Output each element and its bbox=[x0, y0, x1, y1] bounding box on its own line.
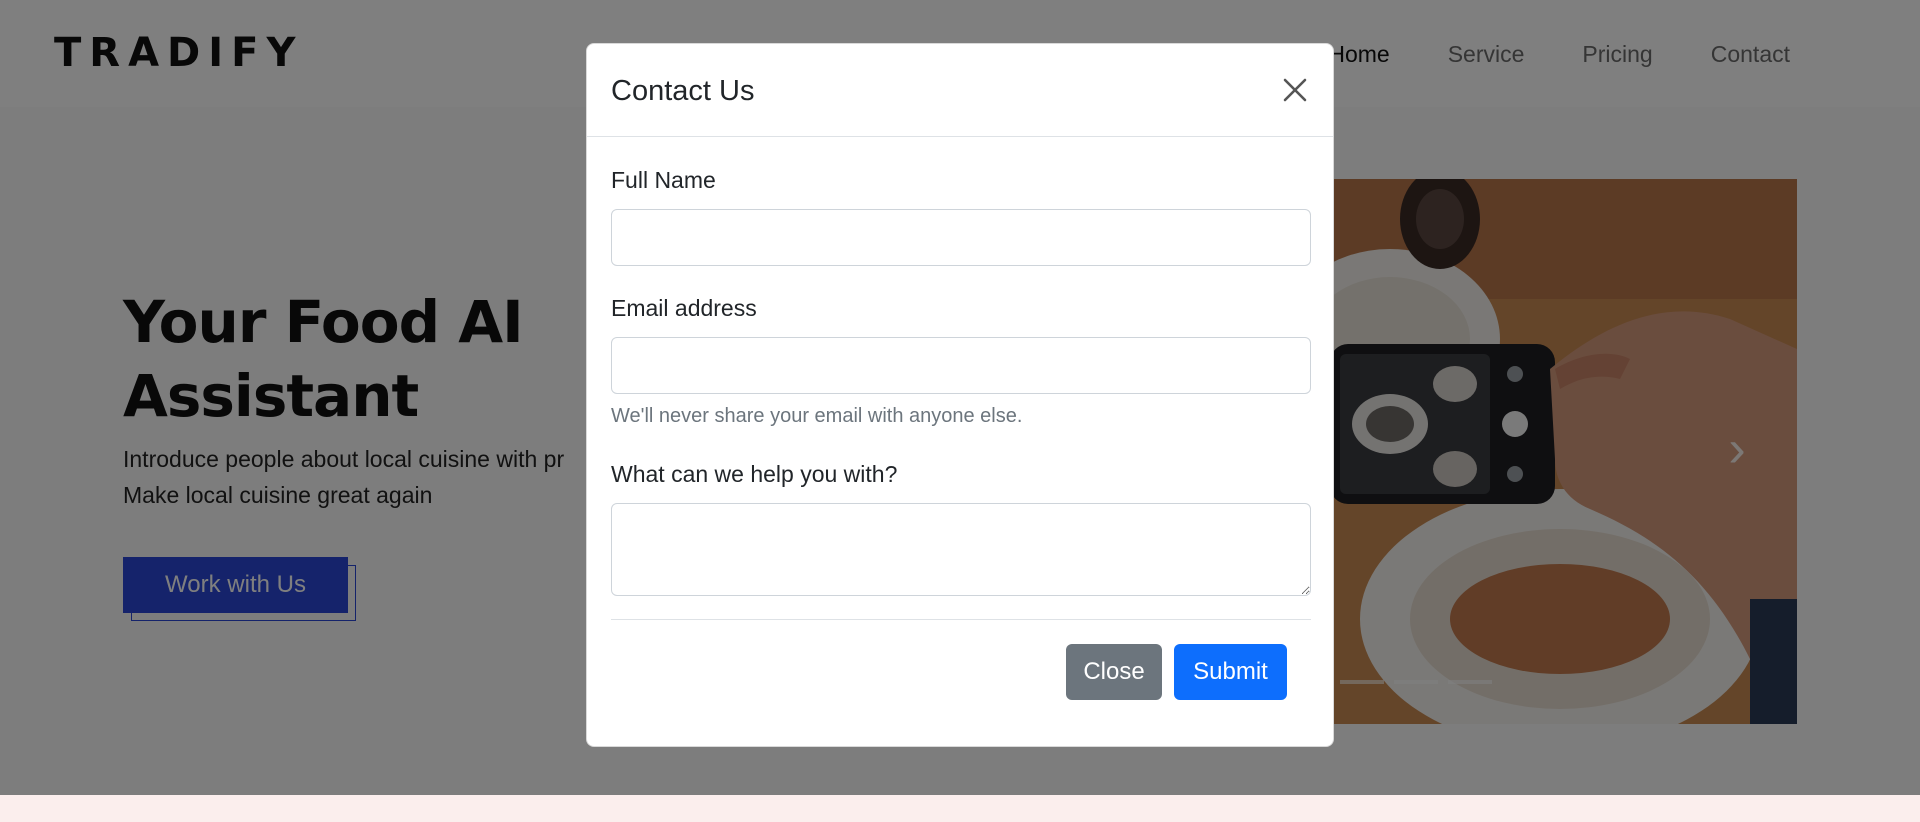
modal-header: Contact Us bbox=[587, 44, 1333, 137]
email-help-text: We'll never share your email with anyone… bbox=[611, 405, 1023, 427]
full-name-input[interactable] bbox=[611, 209, 1311, 266]
modal-title: Contact Us bbox=[611, 75, 755, 107]
submit-button[interactable]: Submit bbox=[1174, 644, 1287, 700]
close-button[interactable]: Close bbox=[1066, 644, 1162, 700]
message-textarea[interactable] bbox=[611, 503, 1311, 596]
footer-band bbox=[0, 795, 1920, 822]
message-label: What can we help you with? bbox=[611, 461, 898, 487]
close-icon[interactable] bbox=[1277, 72, 1313, 108]
modal-footer-divider bbox=[611, 619, 1311, 620]
full-name-label: Full Name bbox=[611, 167, 716, 193]
contact-modal: Contact Us Full Name Email address We'll… bbox=[586, 43, 1334, 747]
email-label: Email address bbox=[611, 295, 757, 321]
email-input[interactable] bbox=[611, 337, 1311, 394]
